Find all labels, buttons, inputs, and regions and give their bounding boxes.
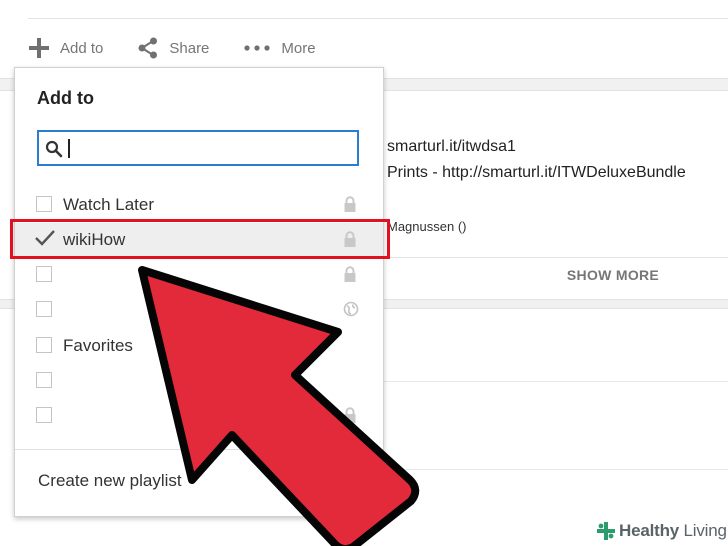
playlist-checkbox[interactable] (36, 407, 52, 423)
playlist-row-hidden[interactable] (15, 293, 383, 327)
watermark-brand-bold: Healthy (619, 521, 680, 540)
highlight-box (10, 219, 390, 259)
lower-divider (383, 381, 728, 382)
playlist-row-hidden[interactable] (15, 258, 383, 292)
playlist-label: Favorites (63, 336, 133, 355)
more-button[interactable]: More (243, 37, 316, 59)
share-icon (138, 37, 158, 59)
playlist-checkbox[interactable] (36, 372, 52, 388)
action-bar: Add to Share More (28, 34, 350, 62)
add-to-playlist-panel: Add to Watch Later wikiHow Favorites Cre… (14, 67, 384, 517)
playlist-label: Watch Later (63, 195, 155, 214)
panel-divider (15, 449, 383, 450)
panel-title: Add to (37, 88, 94, 108)
show-more-divider (383, 257, 728, 258)
screenshot-stage: Add to Share More smarturl.it/itwdsa1 Pr… (0, 0, 728, 546)
share-label: Share (169, 39, 210, 57)
playlist-checkbox[interactable] (36, 196, 52, 212)
lock-icon (344, 266, 356, 282)
playlist-row-hidden[interactable] (15, 399, 383, 433)
search-icon (45, 140, 63, 158)
plus-icon (29, 38, 49, 58)
healthy-living-logo-icon (597, 522, 615, 540)
playlist-row-hidden[interactable] (15, 364, 383, 398)
watermark-brand-light: Living (683, 521, 727, 540)
playlist-row-watch-later[interactable]: Watch Later (15, 188, 383, 222)
description-prints-line: Prints - http://smarturl.it/ITWDeluxeBun… (387, 164, 686, 181)
add-to-button[interactable]: Add to (28, 37, 103, 59)
globe-icon (343, 301, 359, 317)
text-cursor (68, 139, 70, 158)
more-label: More (281, 39, 316, 57)
playlist-row-favorites[interactable]: Favorites (15, 329, 383, 363)
description-credit: Magnussen () (387, 219, 467, 234)
playlist-search-input[interactable] (67, 136, 347, 160)
share-button[interactable]: Share (137, 37, 209, 59)
description-link-line: smarturl.it/itwdsa1 (387, 138, 516, 155)
watermark-text: Healthy Living (619, 521, 727, 541)
add-to-label: Add to (60, 39, 104, 57)
playlist-search-box[interactable] (37, 130, 359, 166)
healthy-living-watermark: Healthy Living (590, 516, 728, 546)
playlist-checkbox[interactable] (36, 266, 52, 282)
lock-icon (344, 196, 356, 212)
playlist-checkbox[interactable] (36, 301, 52, 317)
create-new-playlist-link[interactable]: Create new playlist (38, 471, 182, 491)
lower-divider (383, 469, 728, 470)
actions-divider (28, 18, 728, 19)
lock-icon (344, 407, 356, 423)
show-more-button[interactable]: SHOW MORE (383, 267, 728, 283)
playlist-checkbox[interactable] (36, 337, 52, 353)
more-dots-icon (244, 45, 271, 51)
